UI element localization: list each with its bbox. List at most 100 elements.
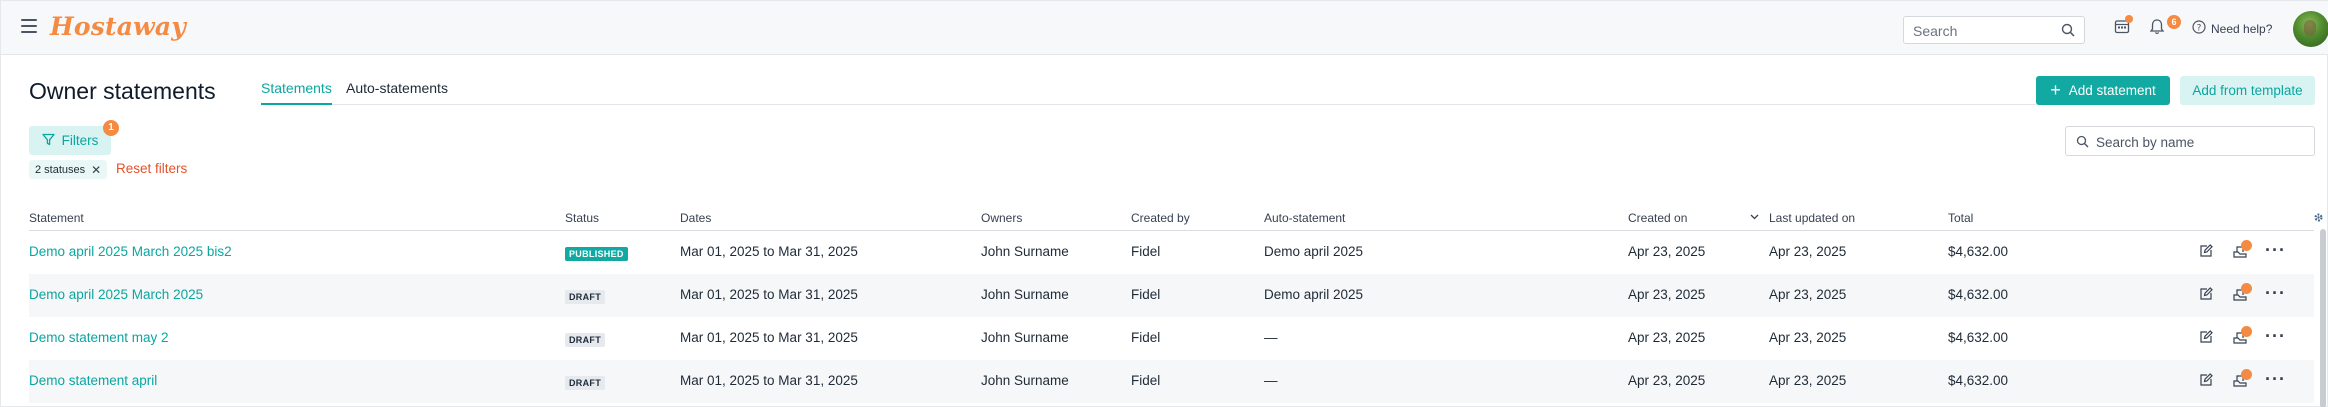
filters-label: Filters: [61, 133, 99, 148]
sort-descending-chevron-icon[interactable]: [1750, 210, 1759, 224]
column-header-owners[interactable]: Owners: [981, 211, 1022, 225]
send-to-owner-icon[interactable]: [2232, 369, 2252, 391]
search-by-name[interactable]: [2065, 126, 2315, 156]
send-to-owner-icon[interactable]: [2232, 326, 2252, 348]
statement-name-link[interactable]: Demo statement may 2: [29, 330, 169, 345]
auto-statement-cell: —: [1264, 330, 1278, 345]
dates-cell: Mar 01, 2025 to Mar 31, 2025: [680, 287, 858, 302]
table-row[interactable]: Demo statement may 2 DRAFT Mar 01, 2025 …: [29, 317, 2314, 360]
column-header-statement[interactable]: Statement: [29, 211, 84, 225]
total-cell: $4,632.00: [1948, 330, 2009, 345]
auto-statement-cell: Demo april 2025: [1264, 287, 1364, 302]
edit-icon[interactable]: [2199, 330, 2213, 347]
plus-icon: +: [2050, 79, 2061, 100]
more-options-icon[interactable]: ···: [2265, 326, 2286, 347]
last-updated-on-cell: Apr 23, 2025: [1769, 373, 1847, 388]
search-icon: [2076, 135, 2089, 153]
table-header: Statement Status Dates Owners Created by…: [29, 207, 2314, 231]
bell-icon[interactable]: [2149, 18, 2165, 40]
auto-statement-cell: Demo april 2025: [1264, 244, 1364, 259]
send-status-dot: [2241, 326, 2252, 337]
last-updated-on-cell: Apr 23, 2025: [1769, 244, 1847, 259]
edit-icon[interactable]: [2199, 287, 2213, 304]
more-options-icon[interactable]: ···: [2265, 240, 2286, 261]
dates-cell: Mar 01, 2025 to Mar 31, 2025: [680, 373, 858, 388]
tab-auto-statements[interactable]: Auto-statements: [346, 80, 448, 96]
column-header-total[interactable]: Total: [1948, 211, 1973, 225]
more-options-icon[interactable]: ···: [2265, 369, 2286, 390]
column-header-last-updated-on[interactable]: Last updated on: [1769, 211, 1855, 225]
notification-count-badge: 6: [2167, 15, 2181, 29]
auto-statement-cell: —: [1264, 373, 1278, 388]
created-by-cell: Fidel: [1131, 244, 1161, 259]
column-header-created-by[interactable]: Created by: [1131, 211, 1190, 225]
dates-cell: Mar 01, 2025 to Mar 31, 2025: [680, 330, 858, 345]
page-title: Owner statements: [29, 78, 216, 104]
calendar-tasks-icon[interactable]: [2114, 15, 2133, 39]
table-settings-gear-icon[interactable]: [2313, 210, 2324, 228]
status-badge: DRAFT: [565, 376, 605, 390]
send-status-dot: [2241, 369, 2252, 380]
statements-table: Statement Status Dates Owners Created by…: [29, 207, 2314, 403]
owners-cell: John Surname: [981, 287, 1069, 302]
add-from-template-button[interactable]: Add from template: [2180, 76, 2315, 105]
add-statement-button[interactable]: + Add statement: [2036, 76, 2170, 105]
column-header-dates[interactable]: Dates: [680, 211, 711, 225]
calendar-alert-dot: [2125, 15, 2133, 23]
send-status-dot: [2241, 240, 2252, 251]
search-by-name-input[interactable]: [2096, 133, 2306, 151]
search-icon[interactable]: [2061, 23, 2075, 42]
statement-name-link[interactable]: Demo statement april: [29, 373, 157, 388]
last-updated-on-cell: Apr 23, 2025: [1769, 330, 1847, 345]
vertical-scrollbar[interactable]: [2320, 229, 2326, 407]
status-filter-chip: 2 statuses ✕: [29, 160, 108, 179]
help-circle-icon: ?: [2192, 20, 2206, 37]
table-row[interactable]: Demo april 2025 March 2025 bis2 PUBLISHE…: [29, 231, 2314, 274]
tab-statements[interactable]: Statements: [261, 80, 332, 105]
created-on-cell: Apr 23, 2025: [1628, 287, 1706, 302]
owners-cell: John Surname: [981, 373, 1069, 388]
send-to-owner-icon[interactable]: [2232, 283, 2252, 305]
need-help-link[interactable]: ? Need help?: [2192, 20, 2272, 37]
statement-name-link[interactable]: Demo april 2025 March 2025 bis2: [29, 244, 232, 259]
need-help-label: Need help?: [2211, 21, 2273, 36]
status-badge: DRAFT: [565, 333, 605, 347]
status-badge: DRAFT: [565, 290, 605, 304]
row-actions: ···: [2199, 369, 2299, 391]
created-on-cell: Apr 23, 2025: [1628, 244, 1706, 259]
owners-cell: John Surname: [981, 244, 1069, 259]
reset-filters-link[interactable]: Reset filters: [116, 161, 187, 176]
last-updated-on-cell: Apr 23, 2025: [1769, 287, 1847, 302]
app-window: Hostaway 6 ? Need help? Owner statements…: [0, 0, 2328, 407]
send-to-owner-icon[interactable]: [2232, 240, 2252, 262]
row-actions: ···: [2199, 326, 2299, 348]
edit-icon[interactable]: [2199, 373, 2213, 390]
column-header-created-on[interactable]: Created on: [1628, 211, 1687, 225]
global-search-input[interactable]: [1913, 22, 2053, 40]
total-cell: $4,632.00: [1948, 244, 2009, 259]
total-cell: $4,632.00: [1948, 373, 2009, 388]
created-on-cell: Apr 23, 2025: [1628, 330, 1706, 345]
table-row[interactable]: Demo april 2025 March 2025 DRAFT Mar 01,…: [29, 274, 2314, 317]
more-options-icon[interactable]: ···: [2265, 283, 2286, 304]
column-header-auto-statement[interactable]: Auto-statement: [1264, 211, 1345, 225]
filters-button[interactable]: Filters: [29, 126, 111, 155]
created-by-cell: Fidel: [1131, 287, 1161, 302]
statement-tabs: Statements Auto-statements: [261, 78, 2036, 105]
remove-filter-icon[interactable]: ✕: [91, 163, 101, 177]
svg-text:?: ?: [2197, 24, 2202, 34]
global-search[interactable]: [1903, 16, 2085, 44]
add-statement-label: Add statement: [2068, 83, 2156, 98]
user-avatar[interactable]: [2293, 11, 2328, 47]
hamburger-menu-icon[interactable]: [21, 19, 37, 33]
top-bar: Hostaway 6 ? Need help?: [1, 1, 2328, 55]
created-on-cell: Apr 23, 2025: [1628, 373, 1706, 388]
statement-name-link[interactable]: Demo april 2025 March 2025: [29, 287, 203, 302]
column-header-status[interactable]: Status: [565, 211, 599, 225]
edit-icon[interactable]: [2199, 244, 2213, 261]
hostaway-logo[interactable]: Hostaway: [50, 12, 186, 41]
owners-cell: John Surname: [981, 330, 1069, 345]
table-row[interactable]: Demo statement april DRAFT Mar 01, 2025 …: [29, 360, 2314, 403]
status-badge: PUBLISHED: [565, 247, 628, 261]
total-cell: $4,632.00: [1948, 287, 2009, 302]
